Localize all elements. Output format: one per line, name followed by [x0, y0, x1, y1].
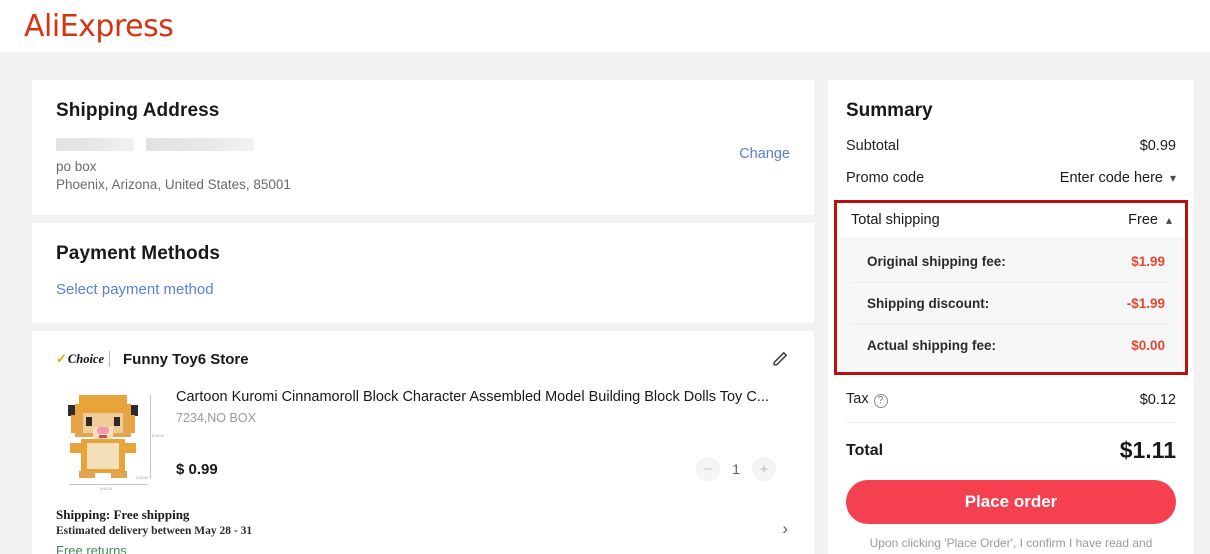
- subtotal-label: Subtotal: [846, 138, 899, 154]
- promo-code-value: Enter code here: [1060, 170, 1163, 186]
- total-shipping-row[interactable]: Total shipping Free ▴: [837, 203, 1185, 237]
- address-line-2: Phoenix, Arizona, United States, 85001: [56, 176, 792, 193]
- checkout-page: AliExpress Shipping Address po box Phoen…: [0, 0, 1210, 554]
- actual-shipping-fee-label: Actual shipping fee:: [867, 338, 996, 353]
- shipping-note: Shipping: Free shipping Estimated delive…: [56, 507, 792, 554]
- promo-code-row[interactable]: Promo code Enter code here ▾: [846, 170, 1176, 186]
- total-shipping-label: Total shipping: [851, 212, 940, 228]
- promo-code-label: Promo code: [846, 170, 924, 186]
- address-line-1: po box: [56, 158, 792, 175]
- terms-notice: Upon clicking 'Place Order', I confirm I…: [846, 535, 1176, 554]
- question-circle-icon[interactable]: ?: [874, 394, 888, 408]
- quantity-decrease-button[interactable]: −: [696, 457, 720, 481]
- chevron-down-icon: ▾: [1170, 171, 1176, 185]
- choice-badge-label: Choice: [68, 352, 104, 367]
- shipping-address-title: Shipping Address: [56, 100, 792, 122]
- total-value: $1.11: [1120, 437, 1176, 464]
- tax-value: $0.12: [1140, 392, 1176, 408]
- total-row: Total $1.11: [846, 437, 1176, 464]
- choice-badge: ✓Choice: [56, 351, 110, 367]
- subtotal-row: Subtotal $0.99: [846, 138, 1176, 154]
- shipping-address-card: Shipping Address po box Phoenix, Arizona…: [32, 80, 814, 215]
- promo-code-input-trigger[interactable]: Enter code here ▾: [1060, 170, 1176, 186]
- place-order-button[interactable]: Place order: [846, 480, 1176, 524]
- store-header: ✓Choice Funny Toy6 Store: [56, 347, 792, 371]
- aliexpress-logo[interactable]: AliExpress: [24, 9, 173, 44]
- redacted-phone-bar: [146, 138, 254, 151]
- product-row: 5.6CM 5.6CM 3.6CM Cartoon Kuromi Cinnamo…: [56, 385, 792, 493]
- product-info: Cartoon Kuromi Cinnamoroll Block Charact…: [164, 385, 792, 493]
- shipping-method-label: Shipping: Free shipping: [56, 507, 752, 523]
- select-payment-method-link[interactable]: Select payment method: [56, 281, 214, 298]
- total-shipping-right: Free ▴: [1128, 212, 1172, 228]
- shipping-breakdown-list: Original shipping fee: $1.99 Shipping di…: [837, 237, 1185, 372]
- shipping-discount-value: -$1.99: [1127, 296, 1165, 311]
- chevron-up-icon: ▴: [1166, 213, 1172, 227]
- estimated-delivery-label: Estimated delivery between May 28 - 31: [56, 525, 752, 537]
- original-shipping-fee-label: Original shipping fee:: [867, 254, 1006, 269]
- quantity-increase-button[interactable]: +: [752, 457, 776, 481]
- payment-methods-title: Payment Methods: [56, 243, 792, 265]
- quantity-stepper: − 1 +: [696, 457, 776, 481]
- total-shipping-highlight-box: Total shipping Free ▴ Original shipping …: [834, 200, 1188, 375]
- shipping-detail-row: Actual shipping fee: $0.00: [851, 324, 1171, 366]
- quantity-value: 1: [731, 461, 741, 477]
- shipping-discount-label: Shipping discount:: [867, 296, 989, 311]
- product-sku: 7234,NO BOX: [176, 411, 792, 425]
- product-price-row: $ 0.99 − 1 +: [176, 457, 792, 481]
- store-product-card: ✓Choice Funny Toy6 Store: [32, 331, 814, 554]
- shipping-detail-row: Shipping discount: -$1.99: [851, 282, 1171, 324]
- summary-title: Summary: [846, 100, 1176, 122]
- subtotal-value: $0.99: [1140, 138, 1176, 154]
- store-name[interactable]: Funny Toy6 Store: [123, 351, 249, 368]
- summary-divider: [846, 422, 1176, 423]
- chevron-right-icon[interactable]: ›: [782, 519, 788, 539]
- total-shipping-value: Free: [1128, 212, 1158, 228]
- tax-row: Tax? $0.12: [846, 391, 1176, 408]
- free-returns-link[interactable]: Free returns: [56, 543, 752, 554]
- change-address-link[interactable]: Change: [739, 146, 790, 162]
- payment-methods-card: Payment Methods Select payment method: [32, 223, 814, 323]
- total-label: Total: [846, 442, 883, 460]
- original-shipping-fee-value: $1.99: [1131, 254, 1165, 269]
- redacted-contact-row: [56, 138, 792, 151]
- actual-shipping-fee-value: $0.00: [1131, 338, 1165, 353]
- shipping-detail-row: Original shipping fee: $1.99: [851, 241, 1171, 282]
- order-summary-card: Summary Subtotal $0.99 Promo code Enter …: [828, 80, 1194, 554]
- tax-label-wrap: Tax?: [846, 391, 888, 408]
- tax-label: Tax: [846, 391, 869, 407]
- check-icon: ✓: [56, 351, 67, 367]
- product-thumbnail[interactable]: 5.6CM 5.6CM 3.6CM: [56, 385, 164, 493]
- checkout-right-column: Summary Subtotal $0.99 Promo code Enter …: [828, 80, 1194, 554]
- pencil-icon[interactable]: [770, 349, 790, 369]
- checkout-left-column: Shipping Address po box Phoenix, Arizona…: [32, 80, 814, 554]
- product-title[interactable]: Cartoon Kuromi Cinnamoroll Block Charact…: [176, 388, 786, 407]
- redacted-name-bar: [56, 138, 134, 151]
- site-header: AliExpress: [0, 0, 1210, 52]
- product-price: $ 0.99: [176, 461, 218, 478]
- checkout-content: Shipping Address po box Phoenix, Arizona…: [0, 52, 1210, 554]
